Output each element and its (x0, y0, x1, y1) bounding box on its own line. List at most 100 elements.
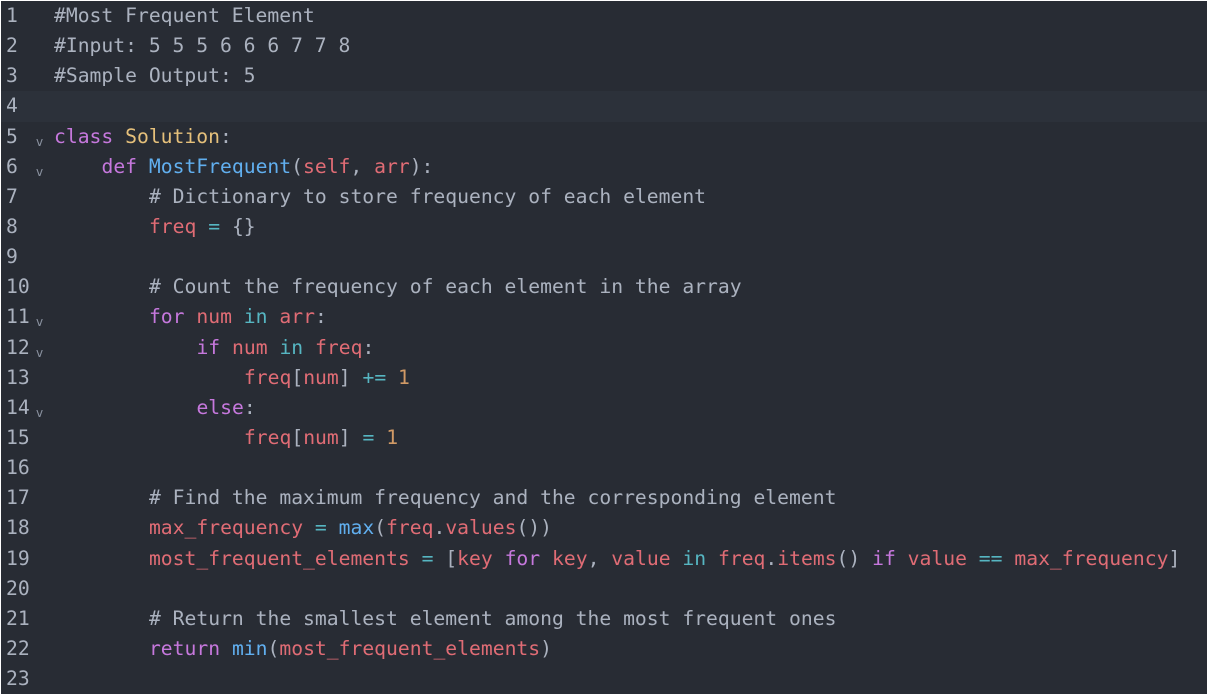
code-token-num: 1 (398, 365, 410, 389)
code-token-punc: ): (409, 154, 434, 178)
code-line[interactable]: 18 max_frequency = max(freq.values()) (1, 513, 1207, 543)
code-token-punc (540, 547, 552, 570)
code-line[interactable]: 15 freq[num] = 1 (1, 423, 1207, 453)
line-gutter: 16 (1, 453, 52, 483)
code-token-func: MostFrequent (148, 154, 292, 178)
code-token-keyword: else (196, 396, 244, 420)
code-line[interactable]: 14 v else: (1, 393, 1207, 423)
code-token-op: in (243, 305, 268, 329)
code-line[interactable]: 13 freq[num] += 1 (1, 363, 1207, 393)
code-token-punc (374, 426, 386, 449)
code-token-punc: ()) (516, 516, 553, 540)
code-token-punc: , (350, 154, 375, 178)
code-token-var: freq (315, 335, 363, 359)
line-gutter: 18 (1, 513, 52, 543)
line-gutter: 22 (1, 634, 52, 664)
line-gutter: 5v (1, 122, 52, 152)
code-token-var: value (907, 546, 967, 570)
code-token-op: = (314, 516, 327, 540)
code-token-keyword: return (148, 637, 221, 661)
code-token-var: arr (374, 154, 410, 178)
line-gutter: 23 (1, 664, 52, 694)
line-number: 22 (6, 637, 30, 661)
line-gutter: 9 (1, 242, 52, 272)
chevron-down-icon[interactable]: v (36, 346, 43, 358)
line-gutter: 12 v (1, 333, 52, 363)
code-token-keyword: if (196, 335, 221, 359)
code-line[interactable]: 3 #Sample Output: 5 (1, 61, 1207, 91)
code-line[interactable]: 11 v for num in arr: (1, 302, 1207, 332)
line-number: 8 (6, 215, 18, 239)
code-lines[interactable]: 1 #Most Frequent Element 2 #Input: 5 5 5 6 … (1, 1, 1207, 694)
code-token-comment: #Input: 5 5 5 6 6 6 7 7 8 (54, 34, 351, 58)
code-token-punc (493, 547, 505, 570)
line-number: 2 (6, 34, 18, 58)
line-code: #Sample Output: 5 (54, 66, 256, 86)
code-line[interactable]: 16 (1, 453, 1207, 483)
code-token-var: freq (243, 365, 292, 389)
code-token-class: Solution (125, 124, 220, 148)
code-token-var: freq (717, 546, 766, 570)
code-line[interactable]: 6 v def MostFrequent(self, arr): (1, 152, 1207, 182)
code-line[interactable]: 5 v class Solution: (1, 122, 1207, 152)
code-editor[interactable]: 1 #Most Frequent Element 2 #Input: 5 5 5 6 … (1, 1, 1207, 694)
code-line[interactable]: 1 #Most Frequent Element (1, 1, 1207, 31)
line-number: 17 (6, 486, 30, 510)
code-token-var: value (611, 546, 671, 570)
code-token-keyword: def (101, 154, 138, 178)
code-token-punc (327, 517, 339, 540)
line-number: 4 (6, 94, 18, 118)
code-token-punc: . (433, 516, 446, 540)
chevron-down-icon[interactable]: v (36, 316, 43, 328)
code-token-punc: ) (540, 637, 552, 661)
code-token-punc: ( (374, 516, 387, 540)
code-token-punc: : (314, 305, 327, 329)
line-code: # Count the frequency of each element in… (54, 277, 742, 297)
code-token-punc (896, 547, 908, 570)
code-line[interactable]: 7 # Dictionary to store frequency of each… (1, 182, 1207, 212)
code-token-punc (671, 547, 683, 570)
line-gutter: 2 (1, 31, 52, 61)
code-token-op: == (978, 546, 1003, 570)
code-token-keyword: for (504, 546, 541, 570)
code-token-op: = (208, 215, 221, 239)
code-line[interactable]: 22 return min(most_frequent_elements) (1, 634, 1207, 664)
code-token-punc: {} (220, 215, 256, 239)
line-gutter: 10 (1, 272, 52, 302)
line-code: for num in arr: (54, 305, 327, 329)
line-gutter: 21 (1, 604, 52, 634)
code-line[interactable]: 23 (1, 664, 1207, 694)
code-line[interactable]: 9 (1, 242, 1207, 272)
code-line[interactable]: 10 # Count the frequency of each element … (1, 272, 1207, 302)
code-line[interactable]: 20 (1, 574, 1207, 604)
code-line[interactable]: 8 freq = {} (1, 212, 1207, 242)
code-line[interactable]: 19 most_frequent_elements = [key for key,… (1, 544, 1207, 574)
code-line[interactable]: 4 (1, 91, 1207, 122)
line-code: else: (54, 396, 255, 420)
code-token-punc: ] (338, 365, 363, 389)
code-line[interactable]: 2 #Input: 5 5 5 6 6 6 7 7 8 (1, 31, 1207, 61)
code-token-punc: [ (433, 546, 458, 570)
line-code: freq[num] += 1 (54, 368, 410, 388)
code-token-punc (410, 547, 422, 570)
code-token-punc (1003, 547, 1015, 570)
line-gutter: 13 (1, 363, 52, 393)
code-token-comment: # Dictionary to store frequency of each … (148, 185, 707, 209)
code-line[interactable]: 12 v if num in freq: (1, 333, 1207, 363)
code-line[interactable]: 21 # Return the smallest element among th… (1, 604, 1207, 634)
code-token-comment: # Count the frequency of each element in… (148, 275, 742, 299)
line-number: 1 (6, 4, 18, 28)
code-token-var: self (303, 154, 351, 178)
line-number: 9 (6, 245, 18, 269)
line-gutter: 4 (1, 91, 52, 121)
line-number: 18 (6, 516, 30, 540)
code-token-func: min (231, 637, 268, 661)
line-number: 13 (6, 365, 30, 389)
chevron-down-icon[interactable]: v (36, 407, 43, 419)
line-gutter: 15 (1, 423, 52, 453)
chevron-down-icon[interactable]: v (36, 135, 43, 147)
code-token-punc (967, 547, 979, 570)
code-token-var: freq (386, 516, 434, 540)
code-line[interactable]: 17 # Find the maximum frequency and the c… (1, 483, 1207, 513)
chevron-down-icon[interactable]: v (36, 166, 43, 178)
